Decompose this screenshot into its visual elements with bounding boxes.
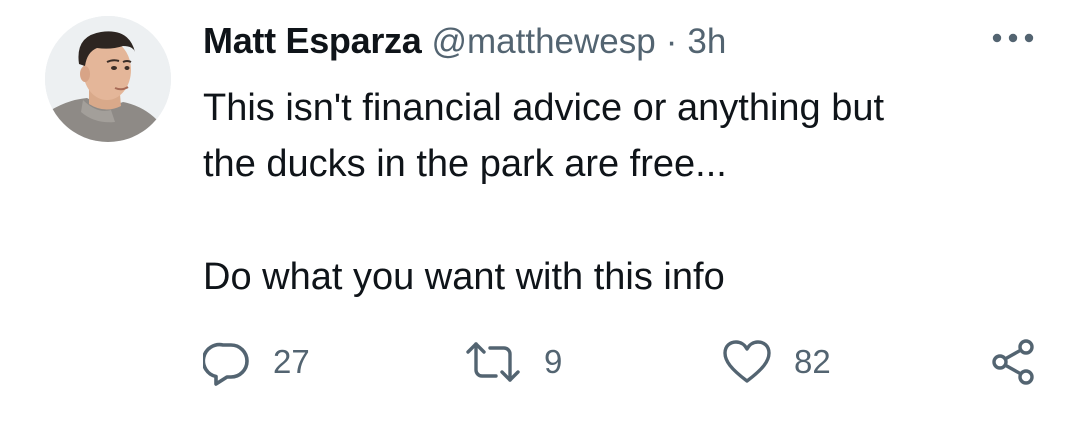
like-button[interactable]: 82 xyxy=(722,330,831,394)
action-bar: 27 9 82 xyxy=(0,330,1080,394)
display-name[interactable]: Matt Esparza xyxy=(203,20,422,62)
user-handle[interactable]: @matthewesp xyxy=(431,22,655,62)
reply-icon xyxy=(203,338,251,386)
heart-icon xyxy=(722,339,772,385)
tweet-text-line: This isn't financial advice or anything … xyxy=(203,87,885,129)
like-count: 82 xyxy=(794,343,831,380)
retweet-button[interactable]: 9 xyxy=(464,330,562,394)
share-icon xyxy=(990,338,1038,386)
reply-button[interactable]: 27 xyxy=(203,330,310,394)
tweet-text: This isn't financial advice or anything … xyxy=(203,80,1023,305)
retweet-icon xyxy=(464,338,522,386)
tweet-text-line: the ducks in the park are free... xyxy=(203,143,727,185)
reply-count: 27 xyxy=(273,343,310,380)
tweet-card[interactable]: Matt Esparza @matthewesp · 3h This isn't… xyxy=(0,0,1080,421)
tweet-timestamp[interactable]: 3h xyxy=(687,22,726,62)
share-button[interactable] xyxy=(990,330,1038,394)
tweet-header: Matt Esparza @matthewesp · 3h xyxy=(203,20,726,66)
tweet-text-line: Do what you want with this info xyxy=(203,256,725,298)
avatar[interactable] xyxy=(45,16,171,142)
header-separator: · xyxy=(665,22,678,61)
retweet-count: 9 xyxy=(544,343,563,380)
more-dots-icon[interactable] xyxy=(990,28,1036,48)
avatar-photo xyxy=(45,16,171,142)
